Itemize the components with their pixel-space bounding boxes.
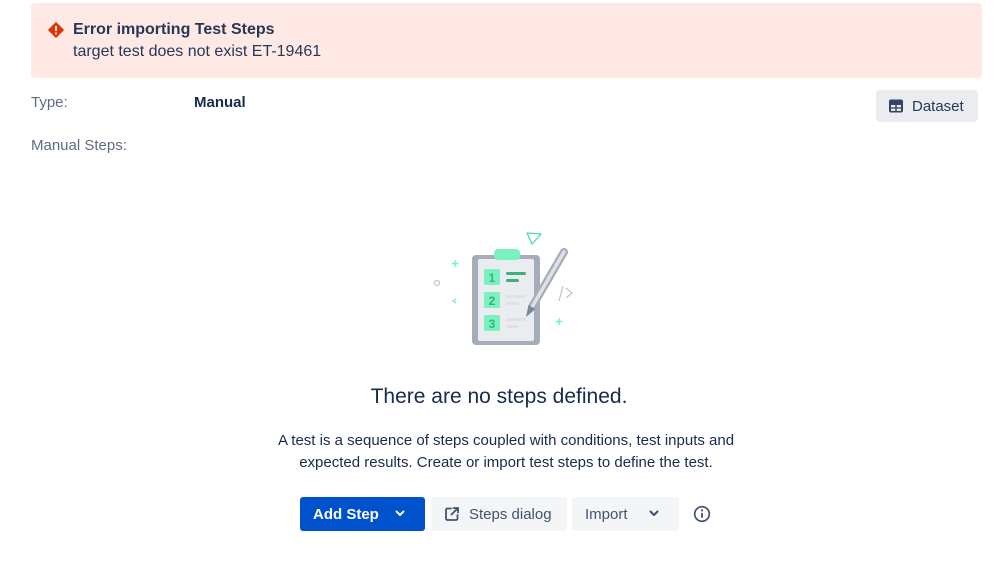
dot-decoration (433, 279, 441, 287)
steps-dialog-button[interactable]: Steps dialog (431, 497, 567, 531)
empty-state-title: There are no steps defined. (370, 385, 628, 408)
table-icon (889, 99, 903, 113)
step-number-2: 2 (489, 294, 496, 308)
info-icon[interactable] (693, 505, 711, 523)
import-button[interactable]: Import (572, 497, 679, 531)
manual-steps-label: Manual Steps: (31, 137, 127, 154)
error-banner: Error importing Test Steps target test d… (31, 3, 982, 78)
error-icon (48, 22, 64, 38)
code-glyph (558, 285, 574, 302)
clipboard-clip (494, 249, 520, 260)
paper-plane-icon (526, 232, 542, 245)
chevron-down-icon[interactable] (393, 506, 407, 520)
external-link-icon (445, 507, 459, 521)
type-value: Manual (194, 94, 246, 111)
error-title: Error importing Test Steps (73, 21, 275, 38)
empty-state-description: A test is a sequence of steps coupled wi… (277, 432, 735, 471)
step-number-1: 1 (489, 271, 496, 285)
add-step-button[interactable]: Add Step (300, 497, 425, 531)
empty-steps-illustration: 1 2 3 (433, 232, 574, 345)
add-step-label: Add Step (313, 505, 379, 523)
step-number-3: 3 (489, 317, 496, 331)
import-label: Import (585, 505, 628, 523)
dataset-button-label: Dataset (912, 97, 964, 115)
dataset-button[interactable]: Dataset (876, 90, 978, 122)
chevron-down-icon[interactable] (647, 506, 661, 520)
type-label: Type: (31, 94, 68, 111)
steps-dialog-label: Steps dialog (469, 505, 552, 523)
error-message: target test does not exist ET-19461 (73, 43, 322, 60)
